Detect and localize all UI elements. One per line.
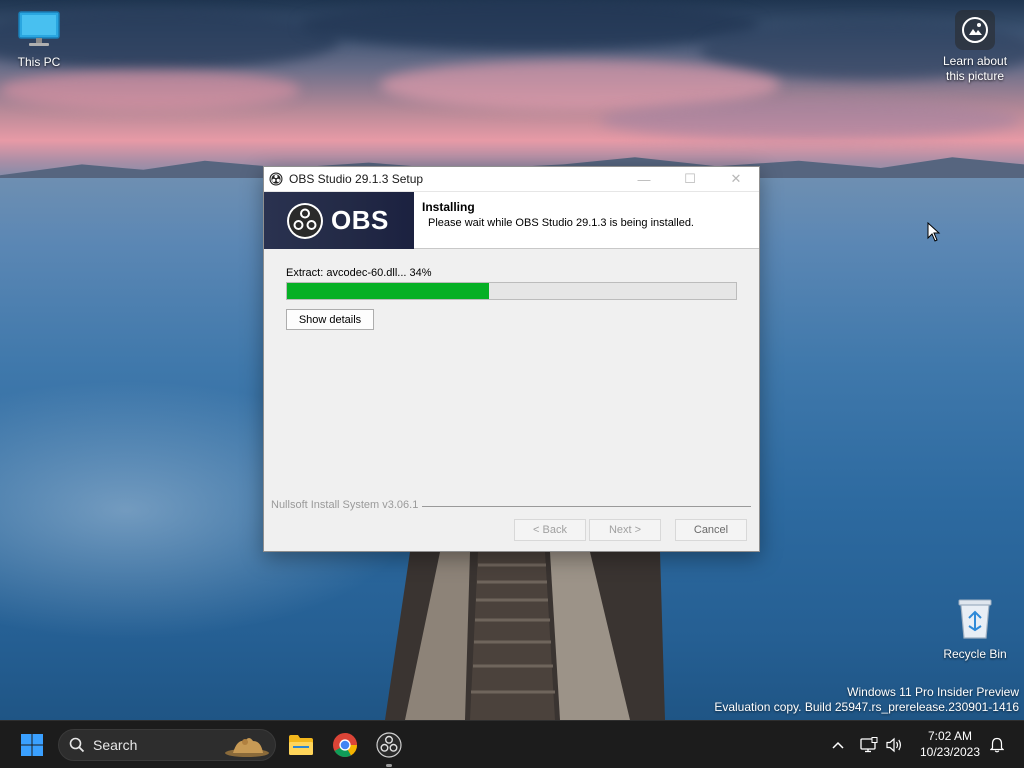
desktop-icon-this-pc[interactable]: This PC bbox=[4, 10, 74, 70]
desktop-icon-label: Learn about this picture bbox=[942, 54, 1008, 83]
volume-button[interactable] bbox=[884, 721, 906, 768]
window-titlebar[interactable]: OBS Studio 29.1.3 Setup — ☐ ✕ bbox=[264, 167, 759, 191]
chrome-icon bbox=[333, 733, 357, 758]
page-title: Installing bbox=[422, 200, 475, 214]
install-progress-bar bbox=[286, 282, 737, 300]
next-button[interactable]: Next > bbox=[589, 519, 661, 541]
footer-divider bbox=[422, 506, 751, 507]
minimize-button[interactable]: — bbox=[621, 167, 667, 191]
obs-app-icon bbox=[269, 172, 283, 186]
installer-footer: Nullsoft Install System v3.06.1 < Back N… bbox=[264, 499, 759, 551]
obs-icon bbox=[376, 732, 402, 758]
bell-icon bbox=[990, 737, 1004, 753]
close-icon: ✕ bbox=[730, 171, 742, 186]
desktop-icon-recycle-bin[interactable]: Recycle Bin bbox=[936, 596, 1014, 662]
taskbar-chrome[interactable] bbox=[327, 727, 363, 763]
maximize-button[interactable]: ☐ bbox=[667, 167, 713, 191]
notifications-button[interactable] bbox=[986, 721, 1008, 768]
folder-icon bbox=[289, 735, 313, 755]
desktop-icon-label: Recycle Bin bbox=[943, 647, 1007, 661]
taskbar-clock[interactable]: 7:02 AM 10/23/2023 bbox=[914, 728, 986, 760]
taskbar-obs-studio[interactable] bbox=[371, 727, 407, 763]
start-button[interactable] bbox=[14, 727, 50, 763]
cancel-button[interactable]: Cancel bbox=[675, 519, 747, 541]
watermark-edition: Windows 11 Pro Insider Preview bbox=[847, 685, 1019, 699]
show-hidden-icons-button[interactable] bbox=[828, 721, 848, 768]
watermark-build: Evaluation copy. Build 25947.rs_prerelea… bbox=[714, 700, 1019, 714]
minimize-icon: — bbox=[637, 171, 651, 187]
taskbar-file-explorer[interactable] bbox=[283, 727, 319, 763]
mouse-cursor-icon bbox=[927, 222, 941, 242]
window-title: OBS Studio 29.1.3 Setup bbox=[289, 172, 424, 186]
clock-time: 7:02 AM bbox=[927, 729, 973, 743]
windows-logo-icon bbox=[21, 734, 43, 756]
installer-body: Extract: avcodec-60.dll... 34% Show deta… bbox=[264, 249, 759, 507]
page-subtitle: Please wait while OBS Studio 29.1.3 is b… bbox=[428, 217, 694, 229]
obs-logo-icon bbox=[287, 202, 323, 239]
close-button[interactable]: ✕ bbox=[713, 167, 759, 191]
back-button[interactable]: < Back bbox=[514, 519, 586, 541]
running-indicator bbox=[386, 764, 392, 767]
installer-window: OBS Studio 29.1.3 Setup — ☐ ✕ OBS Instal… bbox=[263, 166, 760, 552]
nsis-branding: Nullsoft Install System v3.06.1 bbox=[271, 499, 419, 511]
desktop-icon-learn-about-picture[interactable]: Learn about this picture bbox=[936, 10, 1014, 84]
taskbar-search-box[interactable]: Search bbox=[58, 729, 276, 761]
search-highlight-icon bbox=[225, 738, 269, 757]
progress-fill bbox=[287, 283, 490, 299]
network-icon bbox=[860, 737, 878, 753]
network-button[interactable] bbox=[858, 721, 880, 768]
camera-info-icon bbox=[962, 17, 988, 43]
maximize-icon: ☐ bbox=[684, 171, 696, 186]
obs-logo-text: OBS bbox=[331, 205, 389, 235]
obs-banner: OBS bbox=[264, 192, 414, 249]
speaker-icon bbox=[886, 737, 901, 753]
search-placeholder: Search bbox=[93, 737, 138, 753]
clock-date: 10/23/2023 bbox=[919, 745, 981, 759]
recycle-bin-icon bbox=[958, 599, 992, 639]
show-details-button[interactable]: Show details bbox=[286, 309, 374, 330]
chevron-up-icon bbox=[832, 741, 844, 749]
monitor-icon bbox=[18, 11, 60, 46]
install-status-text: Extract: avcodec-60.dll... 34% bbox=[286, 267, 432, 279]
search-icon bbox=[69, 737, 85, 753]
taskbar: Search 7:02 AM 10/23/2023 bbox=[0, 720, 1024, 768]
desktop-icon-label: This PC bbox=[17, 55, 61, 69]
windows-watermark: Windows 11 Pro Insider Preview Evaluatio… bbox=[714, 685, 1019, 715]
installer-header: OBS Installing Please wait while OBS Stu… bbox=[264, 191, 759, 249]
